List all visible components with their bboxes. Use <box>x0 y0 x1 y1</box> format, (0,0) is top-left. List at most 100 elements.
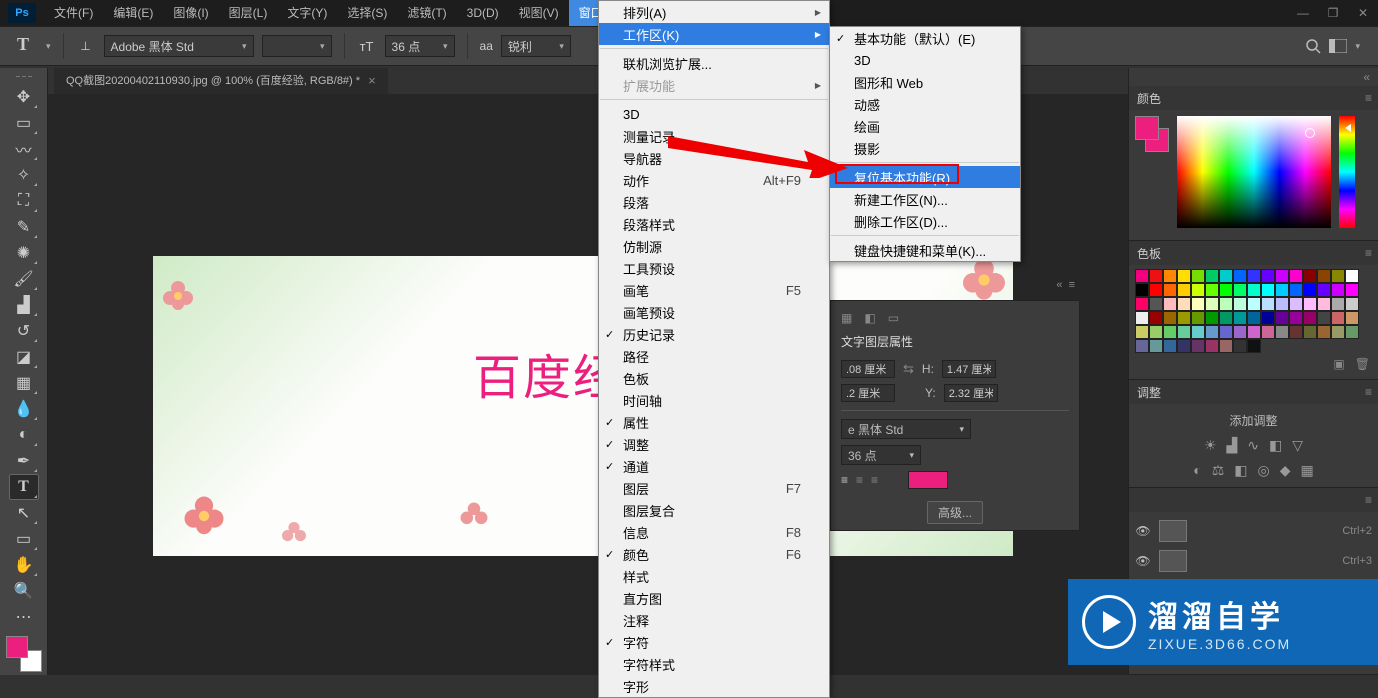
advanced-button[interactable]: 高级... <box>927 501 983 524</box>
align-center-icon[interactable]: ≡ <box>856 473 863 487</box>
zoom-tool[interactable]: 🔍 <box>9 578 39 604</box>
width-field[interactable] <box>841 360 895 378</box>
menu-item[interactable]: 画笔预设 <box>599 301 829 323</box>
y-field[interactable] <box>944 384 998 402</box>
panel-menu-icon[interactable]: ≡ <box>1365 385 1372 399</box>
swatch[interactable] <box>1289 297 1303 311</box>
swatch[interactable] <box>1163 339 1177 353</box>
swatch[interactable] <box>1331 283 1345 297</box>
swatch[interactable] <box>1135 283 1149 297</box>
swatch[interactable] <box>1261 325 1275 339</box>
visibility-icon[interactable]: 👁 <box>1135 554 1151 568</box>
swatch[interactable] <box>1205 325 1219 339</box>
swatch[interactable] <box>1135 325 1149 339</box>
swatch[interactable] <box>1177 325 1191 339</box>
menu-编辑[interactable]: 编辑(E) <box>103 0 163 26</box>
swatch[interactable] <box>1191 325 1205 339</box>
menu-item[interactable]: 样式 <box>599 565 829 587</box>
swatch[interactable] <box>1191 297 1205 311</box>
swatch[interactable] <box>1247 283 1261 297</box>
props-icon[interactable]: ▭ <box>888 311 899 325</box>
window-close[interactable]: ✕ <box>1348 0 1378 26</box>
swatch[interactable] <box>1303 311 1317 325</box>
lut-icon[interactable]: ▦ <box>1301 462 1314 479</box>
swatch[interactable] <box>1345 311 1359 325</box>
swatch[interactable] <box>1303 297 1317 311</box>
type-tool[interactable]: T <box>9 474 39 500</box>
swatch[interactable] <box>1303 325 1317 339</box>
path-select-tool[interactable]: ↖ <box>9 500 39 526</box>
window-restore[interactable]: ❐ <box>1318 0 1348 26</box>
swatch[interactable] <box>1233 297 1247 311</box>
swatch[interactable] <box>1219 283 1233 297</box>
edit-toolbar[interactable]: ⋯ <box>9 604 39 630</box>
swatch[interactable] <box>1289 269 1303 283</box>
swatch[interactable] <box>1219 297 1233 311</box>
font-size-dropdown[interactable]: 36 点▾ <box>385 35 455 57</box>
curves-icon[interactable]: ∿ <box>1247 437 1259 454</box>
swatch[interactable] <box>1163 325 1177 339</box>
dodge-tool[interactable]: ◐ <box>9 422 39 448</box>
menu-item[interactable]: 联机浏览扩展... <box>599 52 829 74</box>
swatch[interactable] <box>1233 283 1247 297</box>
menu-item[interactable]: 测量记录 <box>599 125 829 147</box>
swatch[interactable] <box>1233 311 1247 325</box>
swatch[interactable] <box>1345 297 1359 311</box>
menu-item[interactable]: 路径 <box>599 345 829 367</box>
swatch[interactable] <box>1303 269 1317 283</box>
foreground-color[interactable] <box>6 636 28 658</box>
align-left-icon[interactable]: ≡ <box>841 473 848 487</box>
color-tab[interactable]: 颜色 <box>1137 90 1161 107</box>
swatch[interactable] <box>1149 297 1163 311</box>
swatch[interactable] <box>1261 311 1275 325</box>
close-tab-icon[interactable]: × <box>368 68 376 94</box>
swatch[interactable] <box>1219 339 1233 353</box>
props-icon[interactable]: ▦ <box>841 311 852 325</box>
brightness-icon[interactable]: ☀ <box>1204 437 1217 454</box>
menu-item[interactable]: 摄影 <box>830 137 1020 159</box>
lasso-tool[interactable]: 〰 <box>9 136 39 162</box>
swatch[interactable] <box>1317 283 1331 297</box>
swatch[interactable] <box>1163 269 1177 283</box>
toolbox-handle[interactable] <box>3 72 45 80</box>
menu-item[interactable]: 注释 <box>599 609 829 631</box>
swatch[interactable] <box>1177 339 1191 353</box>
swatch[interactable] <box>1247 311 1261 325</box>
height-field[interactable] <box>942 360 996 378</box>
pen-tool[interactable]: ✒ <box>9 448 39 474</box>
new-swatch-icon[interactable]: ▣ <box>1333 357 1344 371</box>
swatch[interactable] <box>1233 269 1247 283</box>
menu-item[interactable]: 工具预设 <box>599 257 829 279</box>
swatch[interactable] <box>1247 269 1261 283</box>
panel-menu-icon[interactable]: ≡ <box>1069 279 1075 291</box>
menu-item[interactable]: 段落样式 <box>599 213 829 235</box>
menu-item[interactable]: 删除工作区(D)... <box>830 210 1020 232</box>
gradient-tool[interactable]: ▦ <box>9 370 39 396</box>
menu-视图[interactable]: 视图(V) <box>509 0 569 26</box>
swatch[interactable] <box>1191 311 1205 325</box>
swatch[interactable] <box>1317 311 1331 325</box>
menu-item[interactable]: ✓属性 <box>599 411 829 433</box>
x-field[interactable] <box>841 384 895 402</box>
marquee-tool[interactable]: ▭ <box>9 110 39 136</box>
adjust-tab[interactable]: 调整 <box>1137 384 1161 401</box>
antialias-dropdown[interactable]: 锐利▾ <box>501 35 571 57</box>
menu-item[interactable]: ✓颜色F6 <box>599 543 829 565</box>
swatch[interactable] <box>1331 269 1345 283</box>
eyedropper-tool[interactable]: ✎ <box>9 214 39 240</box>
color-swatch-pair[interactable] <box>1135 116 1169 234</box>
menu-item[interactable]: 时间轴 <box>599 389 829 411</box>
swatch[interactable] <box>1205 283 1219 297</box>
menu-item[interactable]: 新建工作区(N)... <box>830 188 1020 210</box>
menu-item[interactable]: 字形 <box>599 675 829 697</box>
color-swatches[interactable] <box>6 636 42 672</box>
menu-item[interactable]: 键盘快捷键和菜单(K)... <box>830 239 1020 261</box>
menu-item[interactable]: 色板 <box>599 367 829 389</box>
align-right-icon[interactable]: ≡ <box>871 473 878 487</box>
swatch[interactable] <box>1247 325 1261 339</box>
hue-slider[interactable] <box>1339 116 1355 228</box>
swatch[interactable] <box>1261 283 1275 297</box>
menu-item[interactable]: 直方图 <box>599 587 829 609</box>
shape-tool[interactable]: ▭ <box>9 526 39 552</box>
delete-swatch-icon[interactable]: 🗑 <box>1355 357 1370 371</box>
